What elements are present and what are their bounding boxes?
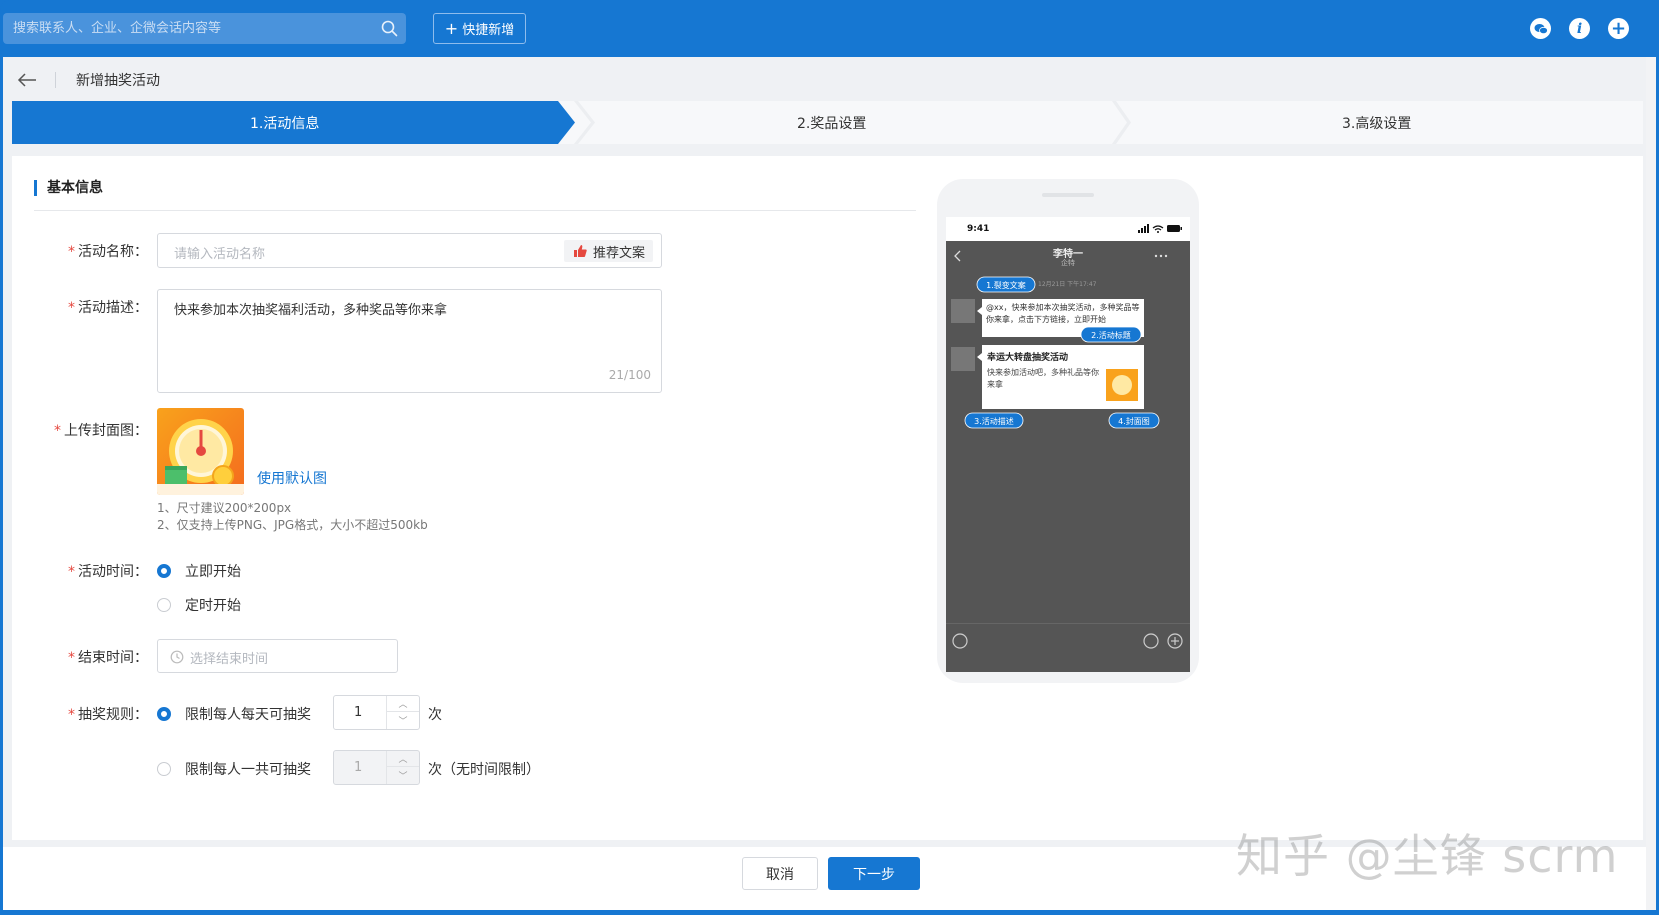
end-time-picker[interactable]: 选择结束时间	[157, 639, 398, 673]
chat-message-text: @xx，快来参加本次抽奖活动，多种奖品等你来拿，点击下方链接，立即开始	[986, 303, 1140, 324]
total-limit-radio[interactable]	[157, 762, 171, 776]
search-box[interactable]	[3, 13, 406, 44]
breadcrumb: 新增抽奖活动	[3, 57, 1646, 102]
lucky-wheel-cover-image	[157, 408, 244, 495]
plus-icon: +	[444, 18, 459, 38]
stepper-controls: ︿ ﹀	[386, 751, 419, 784]
search-icon[interactable]	[381, 20, 398, 37]
section-title: 基本信息	[34, 180, 103, 196]
total-limit-unit: 次（无时间限制）	[428, 762, 540, 778]
watermark: 知乎 @尘锋 scrm	[1236, 829, 1619, 883]
start-immediately-radio[interactable]	[157, 564, 171, 578]
signal-battery-icon	[1138, 224, 1182, 233]
stepper-controls: ︿ ﹀	[386, 696, 419, 729]
recommend-copy-button[interactable]: 推荐文案	[563, 240, 653, 262]
step-prize-settings[interactable]: 2.奖品设置	[797, 113, 866, 133]
decrement-icon: ﹀	[398, 771, 408, 782]
quick-add-label: 快捷新增	[462, 23, 515, 38]
thumbs-up-icon	[573, 245, 587, 257]
next-step-button[interactable]: 下一步	[828, 857, 920, 890]
section-divider	[34, 210, 916, 211]
total-limit-value: 1	[354, 760, 363, 775]
daily-limit-stepper[interactable]: 1 ︿ ﹀	[333, 695, 420, 730]
description-label: * 活动描述：	[68, 300, 148, 316]
rule-label: * 抽奖规则：	[68, 707, 148, 723]
use-default-image-link[interactable]: 使用默认图	[257, 468, 327, 488]
phone-preview: 9:41 李特一 企特 12月21日 下午17:47 @xx，快来参加本次抽奖活…	[937, 179, 1199, 683]
scrollbar[interactable]	[1646, 57, 1656, 910]
app-frame: + 快捷新增 i + 新增抽奖活动 1.活动信息 2.奖品设置	[0, 0, 1659, 915]
cancel-button[interactable]: 取消	[742, 857, 818, 890]
step-activity-info[interactable]: 1.活动信息	[250, 113, 319, 133]
info-icon[interactable]: i	[1569, 18, 1590, 39]
increment-icon: ︿	[387, 751, 419, 767]
status-time: 9:41	[967, 224, 990, 234]
end-time-label: * 结束时间：	[68, 650, 148, 666]
scheduled-start-radio[interactable]	[157, 598, 171, 612]
tag-fission-copy: 1.裂变文案	[986, 281, 1026, 290]
clock-icon	[170, 650, 184, 664]
scheduled-start-label[interactable]: 定时开始	[185, 595, 241, 615]
cover-hint-size: 1、尺寸建议200*200px	[157, 501, 292, 515]
required-mark: *	[68, 244, 75, 260]
phone-status-bar: 9:41	[946, 217, 1190, 241]
end-time-placeholder: 选择结束时间	[190, 652, 269, 667]
required-mark: *	[54, 423, 61, 439]
chat-card-desc: 快来参加活动吧，多种礼品等你来拿	[987, 368, 1099, 389]
search-input[interactable]	[13, 13, 373, 44]
page-title: 新增抽奖活动	[76, 73, 160, 89]
step-bar: 1.活动信息 2.奖品设置 3.高级设置	[12, 101, 1643, 144]
cover-hint-format: 2、仅支持上传PNG、JPG格式，大小不超过500kb	[157, 518, 428, 532]
chat-card-title: 幸运大转盘抽奖活动	[987, 353, 1069, 363]
activity-name-field[interactable]: 请输入活动名称 推荐文案	[157, 233, 662, 268]
required-mark: *	[68, 707, 75, 723]
activity-description-field[interactable]: 快来参加本次抽奖福利活动，多种奖品等你来拿 21/100	[157, 289, 662, 393]
daily-limit-label[interactable]: 限制每人每天可抽奖	[185, 704, 311, 724]
cover-image[interactable]	[157, 408, 244, 495]
step-advanced-settings[interactable]: 3.高级设置	[1342, 113, 1411, 133]
char-counter: 21/100	[608, 368, 651, 382]
decrement-icon[interactable]: ﹀	[387, 712, 419, 728]
form-card: 基本信息 * 活动名称： 请输入活动名称 推荐文案 * 活动描述： 快来参加本次…	[12, 156, 1643, 840]
start-immediately-label[interactable]: 立即开始	[185, 561, 241, 581]
tag-activity-desc: 3.活动描述	[974, 417, 1014, 426]
wechat-icon[interactable]	[1530, 18, 1551, 39]
tag-activity-title: 2.活动标题	[1091, 331, 1131, 340]
cover-label: * 上传封面图：	[54, 423, 148, 439]
main-content: 新增抽奖活动 1.活动信息 2.奖品设置 3.高级设置 基本信息 * 活动名称： …	[3, 57, 1646, 910]
add-icon[interactable]: +	[1608, 18, 1629, 39]
activity-description-value: 快来参加本次抽奖福利活动，多种奖品等你来拿	[174, 303, 448, 318]
phone-speaker	[1042, 193, 1094, 197]
time-label: * 活动时间：	[68, 564, 148, 580]
required-mark: *	[68, 564, 75, 580]
breadcrumb-divider	[55, 72, 56, 88]
activity-name-placeholder: 请输入活动名称	[174, 247, 266, 262]
quick-add-button[interactable]: + 快捷新增	[433, 13, 526, 44]
name-label: * 活动名称：	[68, 244, 148, 260]
daily-limit-value: 1	[354, 705, 363, 720]
chat-contact-sub: 企特	[1061, 259, 1075, 267]
chat-timestamp: 12月21日 下午17:47	[1038, 281, 1097, 288]
top-bar: + 快捷新增 i +	[0, 0, 1659, 57]
daily-limit-radio[interactable]	[157, 707, 171, 721]
back-arrow-icon[interactable]	[16, 71, 38, 89]
increment-icon[interactable]: ︿	[387, 696, 419, 712]
total-limit-stepper: 1 ︿ ﹀	[333, 750, 420, 785]
tag-cover-image: 4.封面图	[1118, 417, 1150, 426]
recommend-copy-label: 推荐文案	[592, 245, 645, 261]
total-limit-label[interactable]: 限制每人一共可抽奖	[185, 759, 311, 779]
required-mark: *	[68, 650, 75, 666]
daily-limit-unit: 次	[428, 707, 442, 723]
phone-screen: 9:41 李特一 企特 12月21日 下午17:47 @xx，快来参加本次抽奖活…	[946, 217, 1190, 672]
required-mark: *	[68, 300, 75, 316]
